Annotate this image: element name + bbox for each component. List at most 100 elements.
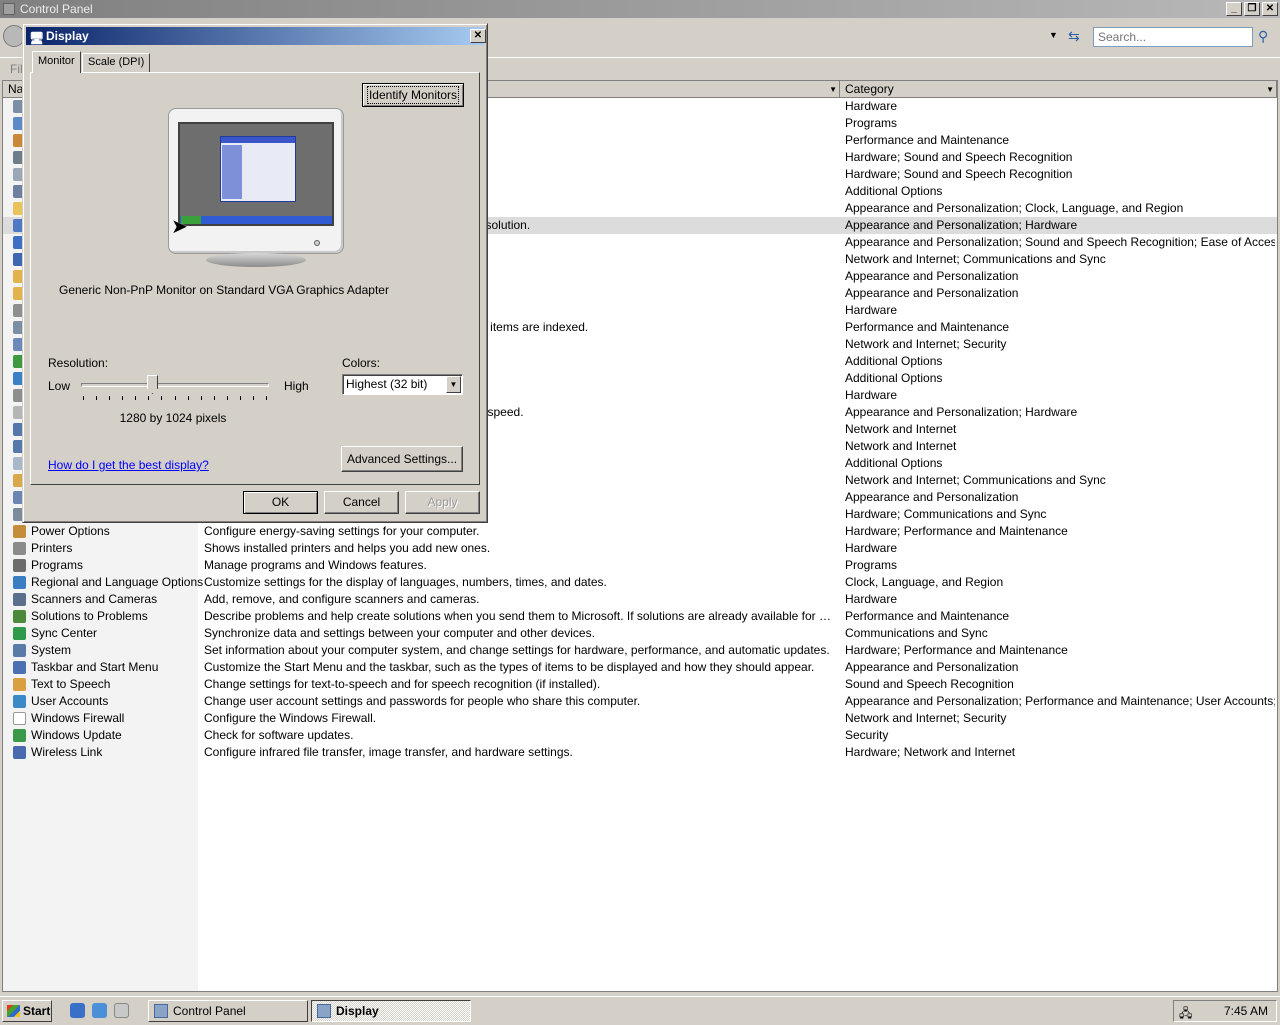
slider-tick — [109, 396, 110, 400]
cancel-button[interactable]: Cancel — [324, 491, 399, 514]
help-link[interactable]: How do I get the best display? — [48, 458, 209, 472]
system-tray: 🖧 7:45 AM — [1173, 1000, 1277, 1022]
display-dialog: 🖥 Display ✕ Monitor Scale (DPI) Identify… — [22, 23, 488, 523]
chevron-down-icon[interactable]: ▼ — [1049, 30, 1058, 40]
item-category: Additional Options — [845, 371, 943, 385]
show-desktop-icon[interactable] — [114, 1003, 129, 1018]
list-item[interactable]: Programs Manage programs and Windows feat… — [3, 557, 1277, 574]
internet-explorer-icon[interactable] — [70, 1003, 85, 1018]
search-icon[interactable]: ⚲ — [1258, 28, 1268, 45]
item-name: User Accounts — [31, 694, 109, 708]
close-icon[interactable]: ✕ — [470, 29, 486, 43]
item-category: Hardware — [845, 541, 898, 555]
item-category: Appearance and Personalization; Clock, L… — [845, 201, 1184, 215]
maximize-button[interactable]: ❐ — [1244, 2, 1260, 16]
display-icon — [317, 1004, 331, 1018]
list-item[interactable]: Printers Shows installed printers and hel… — [3, 540, 1277, 557]
minimize-button[interactable]: _ — [1226, 2, 1242, 16]
task-control-panel[interactable]: Control Panel — [148, 1000, 308, 1022]
slider-tick — [188, 396, 189, 400]
mouse-cursor-icon: ➤ — [171, 216, 188, 238]
dialog-title: Display — [46, 29, 89, 43]
search-input[interactable] — [1093, 27, 1253, 47]
item-category: Appearance and Personalization; Hardware — [845, 405, 1078, 419]
list-item[interactable]: Text to Speech Change settings for text-t… — [3, 676, 1277, 693]
resolution-slider-track[interactable] — [81, 383, 269, 387]
item-category: Performance and Maintenance — [845, 609, 1010, 623]
item-icon — [13, 695, 26, 708]
item-category: Hardware; Performance and Maintenance — [845, 643, 1068, 657]
slider-tick — [253, 396, 254, 400]
item-icon — [13, 678, 26, 691]
refresh-icon[interactable]: ⇆ — [1068, 28, 1080, 45]
identify-monitors-button[interactable]: Identify Monitors — [362, 83, 464, 107]
item-description: Configure infrared file transfer, image … — [204, 745, 573, 759]
list-item[interactable]: Wireless Link Configure infrared file tra… — [3, 744, 1277, 761]
item-category: Communications and Sync — [845, 626, 988, 640]
item-description: Change user account settings and passwor… — [204, 694, 641, 708]
list-item[interactable]: Scanners and Cameras Add, remove, and con… — [3, 591, 1277, 608]
item-description: Configure the Windows Firewall. — [204, 711, 377, 725]
chevron-down-icon[interactable]: ▼ — [1266, 82, 1274, 98]
column-header-category[interactable]: Category ▼ — [840, 81, 1277, 98]
item-category: Appearance and Personalization — [845, 269, 1019, 283]
browser-icon[interactable] — [92, 1003, 107, 1018]
item-icon — [13, 644, 26, 657]
close-button[interactable]: ✕ — [1262, 2, 1278, 16]
item-name: System — [31, 643, 72, 657]
control-panel-icon — [154, 1004, 168, 1018]
item-category: Programs — [845, 558, 898, 572]
list-item[interactable]: Sync Center Synchronize data and settings… — [3, 625, 1277, 642]
slider-tick — [175, 396, 176, 400]
item-category: Network and Internet; Security — [845, 337, 1007, 351]
item-category: Appearance and Personalization — [845, 660, 1019, 674]
advanced-settings-button[interactable]: Advanced Settings... — [341, 446, 463, 472]
list-item[interactable]: Windows Update Check for software updates… — [3, 727, 1277, 744]
clock[interactable]: 7:45 AM — [1224, 1004, 1268, 1018]
resolution-high-label: High — [284, 379, 309, 393]
item-category: Network and Internet; Security — [845, 711, 1007, 725]
item-description: Shows installed printers and helps you a… — [204, 541, 491, 555]
monitor-preview — [168, 108, 344, 268]
item-category: Hardware; Sound and Speech Recognition — [845, 167, 1073, 181]
item-description: Change settings for text-to-speech and f… — [204, 677, 601, 691]
list-item[interactable]: System Set information about your compute… — [3, 642, 1277, 659]
list-item[interactable]: Power Options Configure energy-saving set… — [3, 523, 1277, 540]
item-category: Additional Options — [845, 184, 943, 198]
slider-tick — [266, 396, 267, 400]
tab-scale-dpi[interactable]: Scale (DPI) — [82, 53, 151, 72]
item-name: Windows Firewall — [31, 711, 125, 725]
item-category: Hardware — [845, 592, 898, 606]
item-name: Text to Speech — [31, 677, 111, 691]
item-name: Printers — [31, 541, 73, 555]
start-button[interactable]: Start — [2, 1000, 52, 1022]
dialog-titlebar[interactable]: 🖥 Display ✕ — [26, 27, 486, 45]
chevron-down-icon[interactable]: ▼ — [829, 82, 837, 98]
item-name: Windows Update — [31, 728, 122, 742]
item-category: Sound and Speech Recognition — [845, 677, 1014, 691]
control-panel-titlebar[interactable]: Control Panel _ ❐ ✕ — [0, 0, 1280, 18]
item-category: Performance and Maintenance — [845, 133, 1010, 147]
list-item[interactable]: Windows Firewall Configure the Windows Fi… — [3, 710, 1277, 727]
list-item[interactable]: Regional and Language Options Customize s… — [3, 574, 1277, 591]
slider-tick — [148, 396, 149, 400]
ok-button[interactable]: OK — [243, 491, 318, 514]
colors-select[interactable]: Highest (32 bit) ▼ — [342, 374, 463, 395]
item-category: Appearance and Personalization; Sound an… — [845, 235, 1275, 249]
network-icon[interactable]: 🖧 — [1179, 1004, 1192, 1025]
list-item[interactable]: Solutions to Problems Describe problems a… — [3, 608, 1277, 625]
item-name: Solutions to Problems — [31, 609, 148, 623]
item-category: Network and Internet — [845, 422, 957, 436]
chevron-down-icon[interactable]: ▼ — [446, 376, 461, 393]
tab-monitor[interactable]: Monitor — [32, 51, 81, 73]
list-item[interactable]: User Accounts Change user account setting… — [3, 693, 1277, 710]
task-display[interactable]: Display — [311, 1000, 471, 1022]
list-item[interactable]: Taskbar and Start Menu Customize the Star… — [3, 659, 1277, 676]
item-description: Synchronize data and settings between yo… — [204, 626, 595, 640]
item-description: Describe problems and help create soluti… — [204, 609, 832, 623]
item-icon — [13, 661, 26, 674]
item-icon — [13, 627, 26, 640]
resolution-low-label: Low — [48, 379, 71, 393]
apply-button[interactable]: Apply — [405, 491, 480, 514]
item-description: Set information about your computer syst… — [204, 643, 830, 657]
